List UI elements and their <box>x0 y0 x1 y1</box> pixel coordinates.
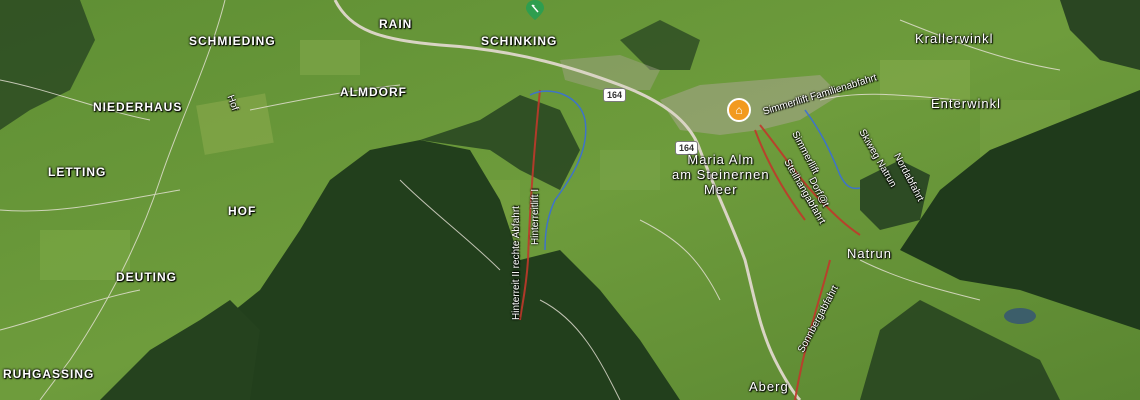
place-label-ruhgassing: RUHGASSING <box>3 367 95 381</box>
place-label-rain: RAIN <box>379 17 413 31</box>
map-canvas[interactable]: ⌂ 164 164 RAIN SCHINKING SCHMIEDING NIED… <box>0 0 1140 400</box>
place-label-schinking: SCHINKING <box>481 34 558 48</box>
place-label-hof: HOF <box>228 204 257 218</box>
place-label-almdorf: ALMDORF <box>340 85 407 99</box>
place-label-maria-alm: Maria Alm am Steinernen Meer <box>672 152 770 197</box>
place-label-letting: LETTING <box>48 165 107 179</box>
place-label-maria-alm-line2: am Steinernen <box>672 167 770 182</box>
place-label-krallerwinkl: Krallerwinkl <box>915 31 994 46</box>
place-label-maria-alm-line1: Maria Alm <box>687 152 755 167</box>
place-label-schmieding: SCHMIEDING <box>189 34 276 48</box>
place-label-natrun: Natrun <box>847 246 893 261</box>
place-label-niederhaus: NIEDERHAUS <box>93 100 183 114</box>
piste-label-hinterreitlift: Hinterreitlift I <box>530 188 541 245</box>
place-label-enterwinkl: Enterwinkl <box>931 96 1001 111</box>
ski-lift-poi-icon[interactable] <box>525 0 545 20</box>
place-label-maria-alm-line3: Meer <box>703 182 738 197</box>
road-shield-164: 164 <box>603 88 627 102</box>
satellite-imagery <box>0 0 1140 400</box>
place-label-deuting: DEUTING <box>116 270 177 284</box>
piste-label-hinterreit-rechte-abfahrt: Hinterreit II rechte Abfahrt <box>511 206 522 320</box>
place-label-aberg: Aberg <box>749 379 789 394</box>
home-icon[interactable]: ⌂ <box>727 98 751 122</box>
